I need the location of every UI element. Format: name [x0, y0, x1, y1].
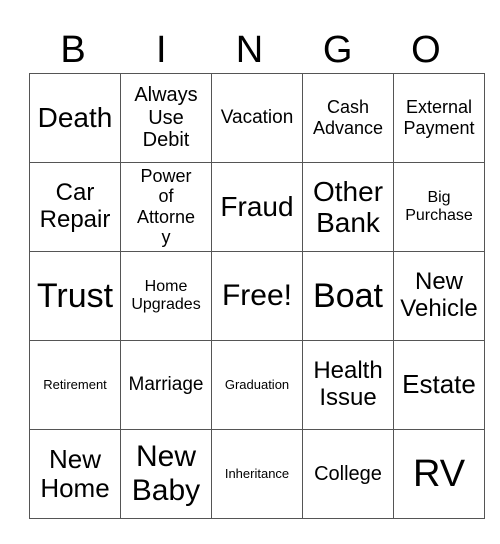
card-cell[interactable]: Marriage [120, 340, 212, 430]
cell-text: Fraud [220, 191, 294, 223]
cell-text: Inheritance [224, 466, 290, 482]
card-cell[interactable]: Health Issue [302, 340, 394, 430]
card-cell[interactable]: RV [393, 429, 485, 519]
cell-text: Home Upgrades [131, 278, 201, 313]
card-cell[interactable]: New Vehicle [393, 251, 485, 341]
card-cell[interactable]: Inheritance [211, 429, 303, 519]
card-cell[interactable]: College [302, 429, 394, 519]
header-letter-g: G [322, 29, 353, 71]
card-cell[interactable]: Always Use Debit [120, 73, 212, 163]
cell-text: RV [412, 452, 466, 495]
card-cell[interactable]: External Payment [393, 73, 485, 163]
cell-text: Boat [313, 276, 383, 315]
free-space[interactable]: Free! [211, 251, 303, 341]
cell-text: Vacation [220, 107, 294, 129]
cell-text: Big Purchase [405, 189, 473, 224]
card-cell[interactable]: Other Bank [302, 162, 394, 252]
cell-text: Power of Attorney [136, 166, 196, 247]
bingo-header: B I N G O [29, 28, 470, 72]
card-cell[interactable]: Boat [302, 251, 394, 341]
card-cell[interactable]: New Baby [120, 429, 212, 519]
cell-text: Health Issue [313, 357, 383, 411]
cell-text: Free! [221, 279, 293, 313]
cell-text: New Baby [131, 440, 201, 507]
card-cell[interactable]: Death [29, 73, 121, 163]
card-row: New Home New Baby Inheritance College RV [29, 429, 485, 519]
header-letter-i: I [156, 29, 167, 71]
header-letter-b: B [60, 29, 86, 71]
card-cell[interactable]: Car Repair [29, 162, 121, 252]
card-cell[interactable]: Big Purchase [393, 162, 485, 252]
header-letter-n: N [235, 29, 264, 71]
cell-text: Retirement [43, 377, 107, 393]
header-letter-o: O [411, 29, 441, 71]
card-cell[interactable]: Home Upgrades [120, 251, 212, 341]
card-row: Trust Home Upgrades Free! Boat New Vehic… [29, 251, 485, 341]
cell-text: Car Repair [39, 179, 111, 233]
card-cell[interactable]: Retirement [29, 340, 121, 430]
card-cell[interactable]: Fraud [211, 162, 303, 252]
card-cell[interactable]: Trust [29, 251, 121, 341]
cell-text: Always Use Debit [134, 84, 198, 152]
cell-text: Marriage [128, 374, 204, 396]
cell-text: New Vehicle [400, 268, 478, 322]
card-cell[interactable]: Graduation [211, 340, 303, 430]
bingo-card-grid: Death Always Use Debit Vacation Cash Adv… [29, 73, 485, 519]
cell-text: Graduation [224, 377, 290, 393]
cell-text: External Payment [403, 97, 475, 138]
card-row: Car Repair Power of Attorney Fraud Other… [29, 162, 485, 252]
card-row: Retirement Marriage Graduation Health Is… [29, 340, 485, 430]
card-row: Death Always Use Debit Vacation Cash Adv… [29, 73, 485, 163]
cell-text: Cash Advance [312, 97, 384, 138]
card-cell[interactable]: Cash Advance [302, 73, 394, 163]
cell-text: New Home [40, 443, 110, 503]
card-cell[interactable]: Vacation [211, 73, 303, 163]
cell-text: Trust [36, 276, 114, 315]
cell-text: Estate [402, 369, 476, 400]
card-cell[interactable]: New Home [29, 429, 121, 519]
card-cell[interactable]: Estate [393, 340, 485, 430]
cell-text: Death [37, 102, 113, 134]
cell-text: College [314, 462, 382, 485]
cell-text: Other Bank [312, 175, 384, 238]
card-cell[interactable]: Power of Attorney [120, 162, 212, 252]
